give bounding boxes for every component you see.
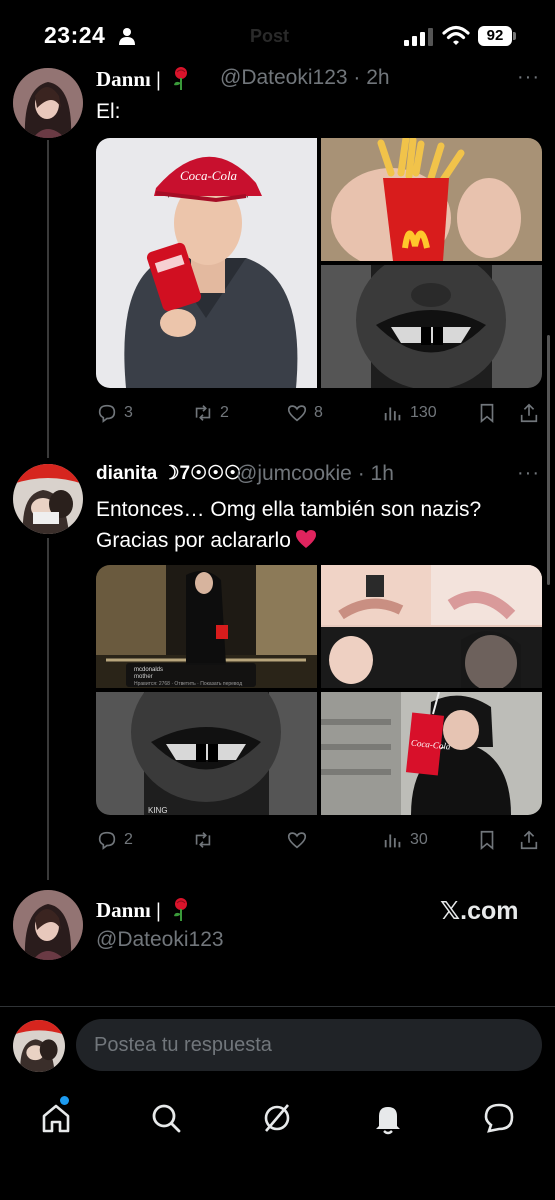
tweet-text: El: — [96, 100, 121, 123]
battery-indicator: 92 — [478, 26, 512, 46]
tweet-text-line: Gracias por aclararlo — [96, 525, 546, 556]
reply-count: 2 — [124, 831, 133, 848]
tweet-text: Entonces… Omg ella también son nazis? Gr… — [96, 494, 546, 556]
status-time: 23:24 — [44, 22, 106, 48]
tab-messages[interactable] — [481, 1100, 517, 1136]
repost-button[interactable] — [192, 829, 220, 851]
views-button[interactable]: 30 — [382, 829, 428, 851]
like-button[interactable] — [286, 829, 314, 851]
tweet-actions: 2 30 — [96, 829, 542, 855]
bottom-tab-bar — [0, 1080, 555, 1200]
cellular-signal-icon — [404, 28, 433, 46]
views-count: 130 — [410, 404, 437, 421]
bookmark-button[interactable] — [476, 829, 498, 851]
wifi-icon — [442, 25, 470, 45]
home-notification-dot — [60, 1096, 69, 1105]
home-icon — [42, 1104, 70, 1133]
scrollbar[interactable] — [547, 335, 550, 585]
person-icon — [119, 28, 135, 45]
grok-icon — [264, 1104, 290, 1132]
post-time: · 1h — [357, 462, 394, 485]
heart-icon — [287, 405, 307, 422]
tab-grok[interactable] — [259, 1100, 295, 1136]
battery-cap — [513, 32, 516, 40]
like-count: 8 — [314, 404, 323, 421]
reply-count: 3 — [124, 404, 133, 421]
tab-notifications[interactable] — [370, 1100, 406, 1136]
search-icon — [152, 1104, 181, 1133]
repost-icon — [195, 405, 211, 421]
status-ghost-title: Post — [250, 26, 290, 46]
like-button[interactable]: 8 — [286, 402, 323, 424]
tab-search[interactable] — [148, 1100, 184, 1136]
heart-icon — [287, 832, 307, 849]
card-author-handle[interactable]: @Dateoki123 — [96, 928, 224, 952]
overlay-actions: Нравится: 2768 · Ответить · Показать пер… — [134, 681, 242, 687]
views-count: 30 — [410, 831, 428, 848]
repost-icon — [195, 832, 211, 848]
status-bar: 23:24 Post 92 — [0, 0, 555, 62]
x-com-source-label: 𝕏.com — [440, 897, 519, 925]
thread-line — [47, 538, 49, 880]
author-name[interactable]: dianita ☽7☉☉☉ — [96, 462, 241, 485]
divider — [0, 1006, 555, 1007]
thread-line — [47, 140, 49, 458]
share-button[interactable] — [518, 402, 540, 424]
reply-button[interactable]: 3 — [96, 402, 133, 424]
media-photo-coke-cup[interactable]: Coca-Cola — [321, 692, 542, 815]
views-chart-icon — [384, 407, 401, 421]
king-caption: KING — [148, 806, 168, 815]
views-chart-icon — [384, 834, 401, 848]
overlay-caption: mother — [134, 674, 153, 680]
post-time: · 2h — [353, 66, 390, 89]
cap-logo-text: Coca-Cola — [180, 168, 238, 183]
bookmark-icon — [480, 403, 494, 424]
reply-user-avatar — [13, 1020, 65, 1072]
tab-home[interactable] — [38, 1100, 74, 1136]
handle-text: @jumcookie — [236, 462, 352, 485]
views-button[interactable]: 130 — [382, 402, 437, 424]
author-handle[interactable]: @Dateoki123 · 2h — [220, 66, 390, 90]
card-author-name[interactable]: Dannı | — [96, 897, 192, 923]
media-photo-collage[interactable] — [321, 565, 542, 688]
reply-button[interactable]: 2 — [96, 829, 133, 851]
tweet-media-grid: Coca-Cola — [96, 138, 542, 388]
card-author-name-text: Dannı | — [96, 898, 161, 922]
media-photo-balcony[interactable]: mcdonalds mother Нравится: 2768 · Ответи… — [96, 565, 317, 688]
rose-emoji-icon — [173, 67, 187, 90]
tweet-media-grid: mcdonalds mother Нравится: 2768 · Ответи… — [96, 565, 542, 815]
rose-emoji-icon — [173, 898, 187, 921]
avatar-jumcookie[interactable] — [13, 464, 83, 534]
notifications-icon — [376, 1107, 400, 1135]
avatar-dateoki[interactable] — [13, 890, 83, 960]
messages-icon — [484, 1103, 514, 1133]
more-options-button[interactable]: ··· — [517, 462, 540, 485]
share-icon — [520, 403, 538, 423]
tweet-text-line: Entonces… Omg ella también son nazis? — [96, 498, 482, 521]
reply-icon — [98, 831, 116, 850]
author-name-text: dianita ☽7☉☉☉ — [96, 463, 242, 484]
bookmark-button[interactable] — [476, 402, 498, 424]
bookmark-icon — [480, 830, 494, 851]
share-icon — [520, 830, 538, 850]
handle-text: @Dateoki123 — [220, 66, 348, 89]
media-photo-grill-teeth[interactable] — [321, 265, 542, 388]
repost-button[interactable]: 2 — [192, 402, 229, 424]
media-photo-fries[interactable] — [321, 138, 542, 261]
author-name-text: Dannı | — [96, 67, 161, 91]
author-name[interactable]: Dannı | — [96, 66, 192, 92]
more-options-button[interactable]: ··· — [517, 66, 540, 89]
author-handle[interactable]: @jumcookie · 1h — [236, 462, 394, 486]
reply-input[interactable] — [76, 1019, 542, 1071]
share-button[interactable] — [518, 829, 540, 851]
tweet-actions: 3 2 8 130 — [96, 402, 542, 428]
reply-icon — [98, 404, 116, 423]
red-heart-emoji-icon — [295, 530, 316, 548]
tweet-text-line-2: Gracias por aclararlo — [96, 529, 291, 552]
overlay-user: mcdonalds — [134, 667, 163, 673]
media-photo-grill-teeth[interactable]: KING — [96, 692, 317, 815]
media-photo-coke-portrait[interactable]: Coca-Cola — [96, 138, 317, 388]
repost-count: 2 — [220, 404, 229, 421]
avatar-dateoki[interactable] — [13, 68, 83, 138]
